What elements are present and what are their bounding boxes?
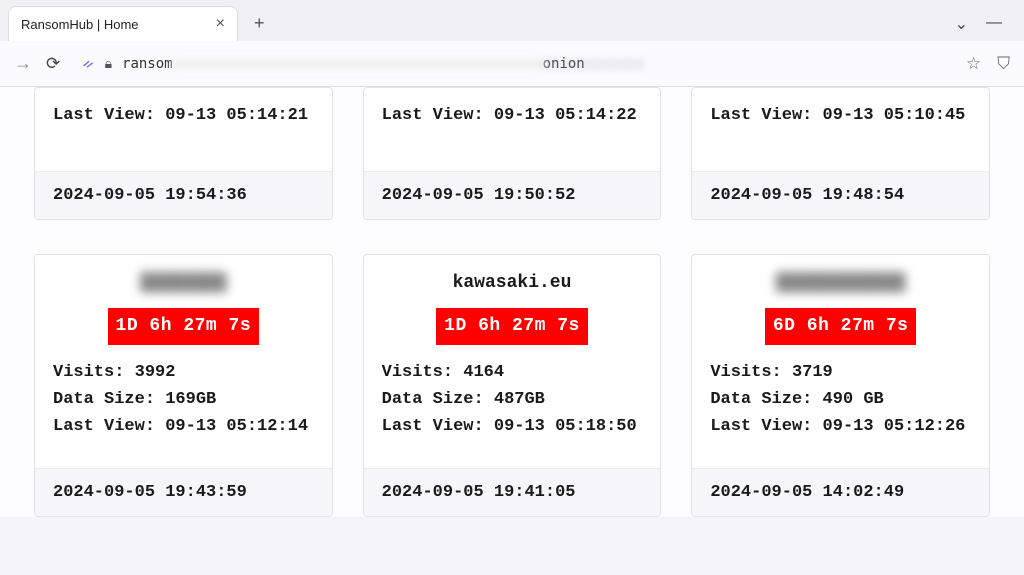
tab-bar: RansomHub | Home × + ⌄ —: [0, 0, 1024, 41]
data-size-text: Data Size: 487GB: [382, 386, 643, 413]
last-view-text: Last View: 09-13 05:12:14: [53, 413, 314, 440]
star-icon[interactable]: ☆: [966, 54, 981, 74]
forward-button[interactable]: →: [14, 53, 32, 74]
toolbar: → ⟳ ᨀ 🔒︎ ransomxxxxxxxxxxxxxxxxxxxxxxxxx…: [0, 41, 1024, 86]
chevron-down-icon[interactable]: ⌄: [955, 14, 968, 34]
url-text: ransomxxxxxxxxxxxxxxxxxxxxxxxxxxxxxxxxxx…: [122, 56, 585, 72]
card-timestamp: 2024-09-05 19:41:05: [364, 468, 661, 516]
address-bar[interactable]: ᨀ 🔒︎ ransomxxxxxxxxxxxxxxxxxxxxxxxxxxxxx…: [74, 51, 952, 76]
visits-text: Visits: 3992: [53, 359, 314, 386]
last-view-text: Last View: 09-13 05:14:21: [53, 102, 314, 129]
countdown-badge: 6D 6h 27m 7s: [765, 308, 917, 345]
page-content: Last View: 09-13 05:14:21 2024-09-05 19:…: [0, 87, 1024, 517]
card-timestamp: 2024-09-05 19:50:52: [364, 171, 661, 219]
victim-card[interactable]: Last View: 09-13 05:10:45 2024-09-05 19:…: [691, 87, 990, 220]
card-timestamp: 2024-09-05 19:43:59: [35, 468, 332, 516]
data-size-text: Data Size: 169GB: [53, 386, 314, 413]
countdown-badge: 1D 6h 27m 7s: [436, 308, 588, 345]
victim-card[interactable]: kawasaki.eu 1D 6h 27m 7s Visits: 4164 Da…: [363, 254, 662, 517]
last-view-text: Last View: 09-13 05:10:45: [710, 102, 971, 129]
shield-icon[interactable]: ⛉: [997, 54, 1010, 74]
minimize-icon[interactable]: —: [986, 14, 1002, 34]
tab-title: RansomHub | Home: [21, 17, 139, 32]
victim-card[interactable]: ████████ 1D 6h 27m 7s Visits: 3992 Data …: [34, 254, 333, 517]
countdown-badge: 1D 6h 27m 7s: [108, 308, 260, 345]
lock-icon: 🔒︎: [105, 55, 112, 72]
last-view-text: Last View: 09-13 05:18:50: [382, 413, 643, 440]
last-view-text: Last View: 09-13 05:12:26: [710, 413, 971, 440]
visits-text: Visits: 3719: [710, 359, 971, 386]
new-tab-button[interactable]: +: [246, 9, 273, 38]
close-icon[interactable]: ×: [216, 15, 225, 33]
card-timestamp: 2024-09-05 14:02:49: [692, 468, 989, 516]
card-timestamp: 2024-09-05 19:48:54: [692, 171, 989, 219]
victim-title: kawasaki.eu: [382, 269, 643, 298]
victim-card[interactable]: Last View: 09-13 05:14:22 2024-09-05 19:…: [363, 87, 662, 220]
card-timestamp: 2024-09-05 19:54:36: [35, 171, 332, 219]
visits-text: Visits: 4164: [382, 359, 643, 386]
victim-card[interactable]: Last View: 09-13 05:14:21 2024-09-05 19:…: [34, 87, 333, 220]
reload-button[interactable]: ⟳: [46, 54, 60, 74]
victim-card[interactable]: ████████████ 6D 6h 27m 7s Visits: 3719 D…: [691, 254, 990, 517]
last-view-text: Last View: 09-13 05:14:22: [382, 102, 643, 129]
victim-title: ████████: [53, 269, 314, 298]
victim-title: ████████████: [710, 269, 971, 298]
data-size-text: Data Size: 490 GB: [710, 386, 971, 413]
browser-tab[interactable]: RansomHub | Home ×: [8, 6, 238, 41]
onion-service-icon: ᨀ: [82, 55, 94, 72]
